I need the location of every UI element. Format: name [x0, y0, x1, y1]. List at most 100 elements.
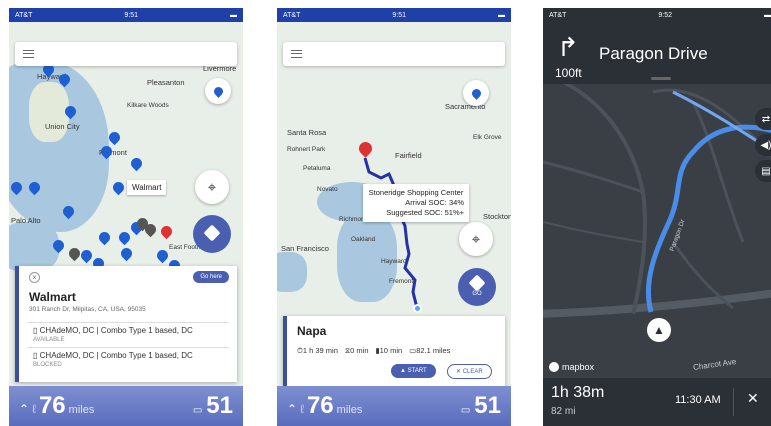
search-bar[interactable] — [15, 42, 237, 66]
pin-icon — [469, 86, 483, 100]
arrival-soc: Arrival SOC: 34% — [405, 198, 464, 208]
sound-button[interactable]: ◀) — [755, 134, 771, 156]
clock: 9:51 — [124, 11, 138, 19]
menu-icon[interactable] — [23, 50, 34, 58]
charger-name: CHAdeMO, DC | Combo Type 1 based, DC — [39, 351, 193, 360]
charger-pin[interactable] — [128, 155, 145, 172]
station-card: × Go here Walmart 301 Ranch Dr, Milpitas… — [15, 266, 237, 382]
battery-icon: ▬ — [764, 11, 771, 19]
route-card: Napa ⏱1 h 39 min ⧖0 min ▮10 min ▭82.1 mi… — [283, 316, 505, 388]
clock: 9:51 — [392, 11, 406, 19]
map-view[interactable]: Sacramento Santa Rosa Rohnert Park Petal… — [277, 22, 511, 426]
mapbox-icon — [549, 362, 559, 372]
go-button[interactable] — [193, 215, 231, 253]
current-location-dot — [413, 304, 422, 313]
battery-icon: ▬ — [230, 11, 237, 19]
charger-pin[interactable] — [110, 179, 127, 196]
close-icon[interactable]: ✕ — [747, 390, 759, 407]
start-button[interactable]: ▲ START — [391, 364, 436, 378]
remaining-time: 1h 38m — [551, 384, 605, 401]
chat-icon: ▤ — [761, 165, 771, 177]
route-overview-button[interactable]: ⇄ — [755, 108, 771, 130]
station-callout[interactable]: Walmart — [127, 180, 167, 195]
status-bar: AT&T 9:51 ▬ — [277, 8, 511, 22]
plug-icon: ▯ — [33, 326, 38, 335]
clock: 9:52 — [658, 11, 672, 19]
map-view[interactable]: Hayward Pleasanton Livermore Kilkare Woo… — [9, 22, 243, 426]
clear-button[interactable]: ✕ CLEAR — [447, 364, 492, 379]
range-icon: ℓ — [32, 402, 36, 416]
charger-status: BLOCKED — [33, 362, 62, 368]
directions-icon — [468, 274, 486, 292]
map-label: Pleasanton — [147, 78, 185, 87]
expand-chevron-icon[interactable]: ⌃ — [19, 402, 29, 416]
selected-pin[interactable] — [158, 223, 175, 240]
eta: 11:30 AM — [675, 394, 721, 406]
charger-list: ▯ CHAdeMO, DC | Combo Type 1 based, DC A… — [27, 322, 229, 368]
charging-stop-callout[interactable]: Stoneridge Shopping Center Arrival SOC: … — [363, 184, 469, 223]
charge-time: 10 min — [379, 346, 403, 355]
locate-button[interactable]: ⌖ — [459, 222, 493, 256]
locate-button[interactable]: ⌖ — [195, 170, 229, 204]
turn-right-icon: ↱ — [557, 32, 579, 62]
charger-item[interactable]: ▯ CHAdeMO, DC | Combo Type 1 based, DC B… — [27, 347, 229, 368]
stop-title: Stoneridge Shopping Center — [368, 188, 464, 197]
range-icon: ℓ — [300, 402, 304, 416]
battery-icon: ▬ — [498, 11, 505, 19]
feedback-button[interactable]: ▤ — [755, 160, 771, 182]
charger-item[interactable]: ▯ CHAdeMO, DC | Combo Type 1 based, DC A… — [27, 323, 229, 343]
carrier-label: AT&T — [15, 11, 33, 19]
battery-value: 51 — [474, 392, 501, 419]
map-label: Palo Alto — [11, 216, 41, 225]
route-icon: ⇄ — [761, 113, 771, 125]
charger-pin[interactable] — [96, 229, 113, 246]
screen-turn-by-turn: AT&T 9:52 ▬ ↱ Paragon Drive 100ft Charco… — [543, 8, 771, 426]
divider — [733, 388, 734, 416]
street-name: Paragon Drive — [599, 44, 708, 63]
screen-station-map: AT&T 9:51 ▬ Hayward Pleasanton Livermore… — [9, 8, 243, 426]
locate-icon: ⌖ — [471, 230, 481, 248]
pin-icon — [211, 84, 225, 98]
range-bar: ⌃ ℓ 76 miles ▭ 51 — [277, 386, 511, 426]
close-icon: ✕ — [456, 369, 463, 375]
suggested-soc: Suggested SOC: 51%+ — [386, 208, 464, 218]
status-bar: AT&T 9:51 ▬ — [9, 8, 243, 22]
turn-distance: 100ft — [555, 66, 582, 80]
expand-chevron-icon[interactable]: ⌃ — [287, 402, 297, 416]
route-stats: ⏱1 h 39 min ⧖0 min ▮10 min ▭82.1 miles — [297, 346, 450, 356]
screen-route-plan: AT&T 9:51 ▬ Sacramento Santa Rosa Rohner… — [277, 8, 511, 426]
station-pin-button[interactable] — [463, 80, 489, 106]
go-here-button[interactable]: Go here — [193, 271, 229, 283]
drive-time: 1 h 39 min — [302, 346, 338, 355]
station-pin-button[interactable] — [205, 78, 231, 104]
go-button[interactable]: GO — [458, 268, 496, 306]
close-icon[interactable]: × — [29, 272, 40, 283]
range-value: 76 — [306, 392, 334, 419]
status-bar: AT&T 9:52 ▬ — [543, 8, 771, 22]
charger-name: CHAdeMO, DC | Combo Type 1 based, DC — [39, 326, 193, 335]
trip-summary-bar: 1h 38m 82 mi 11:30 AM ✕ — [543, 378, 771, 426]
battery-level-icon: ▭ — [460, 405, 471, 416]
search-bar[interactable] — [283, 42, 505, 66]
charger-pin[interactable] — [116, 229, 133, 246]
charger-status: AVAILABLE — [33, 337, 65, 343]
station-title: Walmart — [29, 290, 76, 304]
station-address: 301 Ranch Dr, Milpitas, CA, USA, 95035 — [29, 306, 146, 313]
go-label: GO — [472, 291, 482, 297]
carrier-label: AT&T — [549, 11, 567, 19]
charger-pin[interactable] — [154, 247, 171, 264]
range-value: 76 — [38, 392, 66, 419]
speaker-icon: ◀) — [760, 139, 771, 151]
menu-icon[interactable] — [291, 50, 302, 58]
mapbox-logo: mapbox — [549, 362, 594, 372]
battery-level-icon: ▭ — [192, 405, 203, 416]
battery-value: 51 — [206, 392, 233, 419]
wait-time: 0 min — [350, 346, 369, 355]
remaining-distance: 82 mi — [551, 406, 576, 417]
carrier-label: AT&T — [283, 11, 301, 19]
charger-pin[interactable] — [118, 245, 135, 262]
charger-pin[interactable] — [106, 129, 123, 146]
drag-handle[interactable] — [651, 77, 671, 80]
destination-title: Napa — [297, 324, 327, 338]
route-distance: 82.1 miles — [416, 346, 451, 355]
